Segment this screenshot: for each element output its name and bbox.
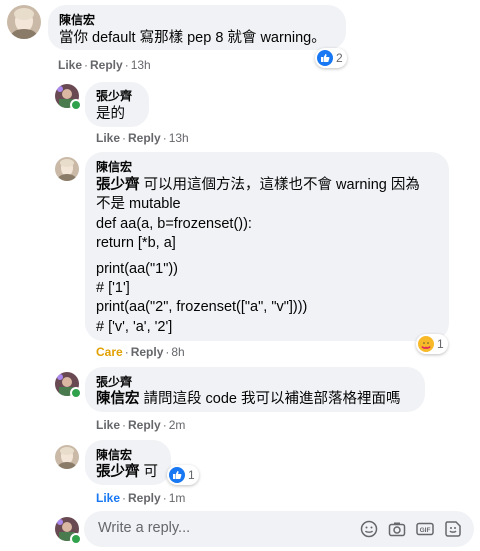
timestamp[interactable]: 1m bbox=[169, 491, 186, 505]
mention-link[interactable]: 張少齊 bbox=[96, 177, 140, 193]
mention-link[interactable]: 張少齊 bbox=[96, 464, 140, 480]
reply-button[interactable]: Reply bbox=[131, 345, 164, 359]
timestamp[interactable]: 8h bbox=[171, 345, 184, 359]
svg-text:GIF: GIF bbox=[420, 527, 431, 534]
code-line: print(aa("1")) bbox=[96, 261, 179, 277]
comment-actions: Like · Reply · 13h bbox=[58, 58, 151, 72]
comment-bubble: 張少齊 是的 bbox=[85, 82, 149, 127]
comment-line: 請問這段 code 我可以補進部落格裡面嗎 bbox=[139, 391, 401, 407]
timestamp[interactable]: 13h bbox=[131, 58, 151, 72]
reaction-count-text: 1 bbox=[437, 337, 444, 351]
reply-input[interactable] bbox=[96, 519, 340, 537]
like-button[interactable]: Like bbox=[96, 131, 120, 145]
timestamp[interactable]: 13h bbox=[169, 131, 189, 145]
like-reaction-icon bbox=[169, 467, 185, 483]
reply-button[interactable]: Reply bbox=[128, 131, 161, 145]
sticker-icon[interactable] bbox=[444, 520, 462, 538]
author-name[interactable]: 陳信宏 bbox=[96, 159, 132, 175]
like-reaction-icon bbox=[317, 50, 333, 66]
gif-icon[interactable]: GIF bbox=[416, 520, 434, 538]
reply-box: GIF bbox=[84, 511, 474, 547]
comment-line: 不是 mutable bbox=[96, 196, 181, 212]
code-line: def aa(a, b=frozenset()): bbox=[96, 216, 252, 232]
like-button[interactable]: Like bbox=[96, 491, 120, 505]
care-button[interactable]: Care bbox=[96, 345, 123, 359]
author-name[interactable]: 張少齊 bbox=[96, 374, 132, 390]
camera-icon[interactable] bbox=[388, 520, 406, 538]
code-line: # ['1'] bbox=[96, 280, 130, 296]
care-reaction-icon bbox=[418, 336, 434, 352]
mention-link[interactable]: 陳信宏 bbox=[96, 391, 140, 407]
comment-text: 是的 bbox=[96, 106, 125, 122]
comment-text: 當你 default 寫那樣 pep 8 就會 warning。 bbox=[59, 30, 326, 46]
emoji-icon[interactable] bbox=[360, 520, 378, 538]
avatar[interactable] bbox=[55, 157, 79, 181]
comment-actions: Like · Reply · 1m bbox=[96, 491, 186, 505]
avatar[interactable] bbox=[7, 5, 41, 39]
author-name[interactable]: 陳信宏 bbox=[96, 447, 132, 463]
author-name[interactable]: 陳信宏 bbox=[59, 12, 95, 28]
online-status-icon bbox=[70, 387, 82, 399]
comment-line: 可以用這個方法，這樣也不會 warning 因為 bbox=[139, 177, 420, 193]
reply-button[interactable]: Reply bbox=[128, 491, 161, 505]
comment-actions: Care · Reply · 8h bbox=[96, 345, 185, 359]
online-status-icon bbox=[70, 533, 82, 545]
code-line: print(aa("2", frozenset(["a", "v"]))) bbox=[96, 299, 308, 315]
timestamp[interactable]: 2m bbox=[169, 418, 186, 432]
comment-bubble: 陳信宏 當你 default 寫那樣 pep 8 就會 warning。 bbox=[48, 5, 346, 50]
comment-text: 張少齊 可 bbox=[96, 463, 158, 482]
comment-text: 陳信宏 請問這段 code 我可以補進部落格裡面嗎 bbox=[96, 390, 401, 409]
reply-button[interactable]: Reply bbox=[90, 58, 123, 72]
avatar[interactable] bbox=[55, 445, 79, 469]
comment-bubble: 陳信宏 張少齊 可以用這個方法，這樣也不會 warning 因為 不是 muta… bbox=[85, 152, 449, 341]
reaction-count[interactable]: 1 bbox=[167, 465, 199, 485]
like-button[interactable]: Like bbox=[96, 418, 120, 432]
comment-line: 可 bbox=[139, 464, 159, 480]
comment-actions: Like · Reply · 13h bbox=[96, 131, 189, 145]
online-status-icon bbox=[70, 99, 82, 111]
reaction-count[interactable]: 1 bbox=[416, 334, 448, 354]
comment-text: 張少齊 可以用這個方法，這樣也不會 warning 因為 bbox=[96, 176, 420, 195]
author-name[interactable]: 張少齊 bbox=[96, 88, 132, 104]
comment-bubble: 張少齊 陳信宏 請問這段 code 我可以補進部落格裡面嗎 bbox=[85, 367, 425, 412]
comment-bubble: 陳信宏 張少齊 可 bbox=[85, 440, 171, 485]
like-button[interactable]: Like bbox=[58, 58, 82, 72]
code-line: # ['v', 'a', '2'] bbox=[96, 319, 173, 335]
comment-actions: Like · Reply · 2m bbox=[96, 418, 186, 432]
reaction-count[interactable]: 2 bbox=[315, 48, 347, 68]
reaction-count-text: 1 bbox=[188, 468, 195, 482]
reply-button[interactable]: Reply bbox=[128, 418, 161, 432]
code-line: return [*b, a] bbox=[96, 235, 176, 251]
reaction-count-text: 2 bbox=[336, 51, 343, 65]
